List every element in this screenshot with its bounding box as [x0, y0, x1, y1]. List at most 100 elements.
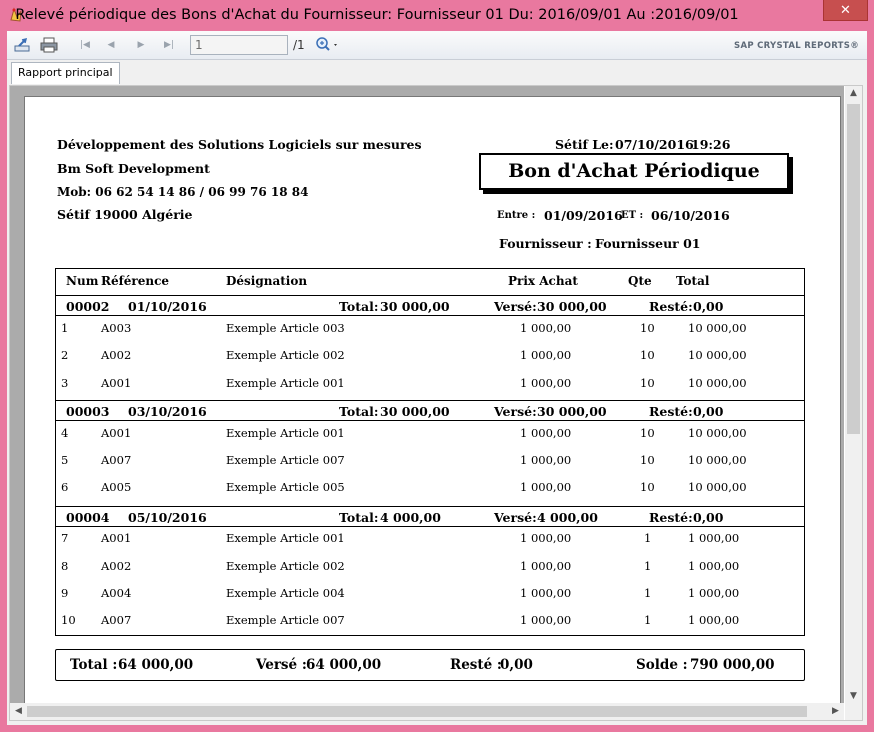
- group-total-label: Total:: [339, 404, 379, 419]
- entre-label: Entre :: [497, 210, 536, 221]
- row-designation: Exemple Article 007: [226, 453, 345, 467]
- group-code: 00002: [66, 299, 110, 314]
- row-total: 10 000,00: [688, 376, 747, 390]
- row-price: 1 000,00: [520, 559, 572, 573]
- row-ref: A004: [101, 586, 132, 600]
- divider: [56, 526, 804, 527]
- scroll-down-icon[interactable]: ▼: [845, 691, 862, 701]
- group-rest-label: Resté:: [649, 404, 693, 419]
- row-ref: A005: [101, 480, 132, 494]
- group-date: 03/10/2016: [128, 404, 207, 419]
- row-total: 10 000,00: [688, 453, 747, 467]
- previous-page-icon[interactable]: ◀: [101, 36, 121, 54]
- brand-logo: SAP CRYSTAL REPORTS®: [734, 41, 859, 51]
- toolbar: |◀ ◀ ▶ ▶| 1 /1 SAP CRYSTAL REPORTS®: [7, 31, 867, 60]
- row-ref: A003: [101, 321, 132, 335]
- group-total-label: Total:: [339, 299, 379, 314]
- row-qty: 1: [644, 586, 652, 600]
- row-total: 10 000,00: [688, 426, 747, 440]
- group-total: 4 000,00: [380, 510, 441, 525]
- company-line-2: Bm Soft Development: [57, 161, 210, 176]
- row-designation: Exemple Article 004: [226, 586, 345, 600]
- report-viewer: Développement des Solutions Logiciels su…: [9, 85, 863, 721]
- row-num: 6: [61, 480, 69, 494]
- supplier-name: Fournisseur 01: [595, 236, 701, 251]
- row-price: 1 000,00: [520, 348, 572, 362]
- row-price: 1 000,00: [520, 376, 572, 390]
- row-num: 3: [61, 376, 69, 390]
- row-total: 1 000,00: [688, 531, 740, 545]
- group-date: 01/10/2016: [128, 299, 207, 314]
- row-designation: Exemple Article 003: [226, 321, 345, 335]
- report-page: Développement des Solutions Logiciels su…: [24, 96, 841, 704]
- first-page-icon[interactable]: |◀: [75, 36, 95, 54]
- row-price: 1 000,00: [520, 426, 572, 440]
- horizontal-scroll-thumb[interactable]: [27, 706, 807, 717]
- print-icon[interactable]: [39, 36, 59, 54]
- row-num: 9: [61, 586, 69, 600]
- row-ref: A002: [101, 559, 132, 573]
- scroll-left-icon[interactable]: ◀: [10, 706, 27, 716]
- horizontal-scrollbar[interactable]: ◀ ▶: [10, 703, 844, 720]
- summary-total-label: Total :: [70, 657, 118, 673]
- row-ref: A001: [101, 531, 132, 545]
- row-designation: Exemple Article 001: [226, 531, 345, 545]
- scroll-corner: [845, 703, 862, 720]
- company-line-3: Mob: 06 62 54 14 86 / 06 99 76 18 84: [57, 185, 309, 199]
- row-ref: A007: [101, 613, 132, 627]
- divider: [56, 400, 804, 401]
- row-total: 1 000,00: [688, 586, 740, 600]
- row-qty: 10: [640, 376, 655, 390]
- last-page-icon[interactable]: ▶|: [159, 36, 179, 54]
- row-qty: 1: [644, 531, 652, 545]
- et-label: ET :: [621, 210, 644, 221]
- group-date: 05/10/2016: [128, 510, 207, 525]
- page-number-input[interactable]: 1: [190, 35, 288, 55]
- export-icon[interactable]: [13, 36, 33, 54]
- group-rest: 0,00: [693, 299, 724, 314]
- row-designation: Exemple Article 005: [226, 480, 345, 494]
- col-price-header: Prix Achat: [508, 274, 578, 288]
- zoom-icon[interactable]: [313, 36, 343, 54]
- col-ref-header: Référence: [101, 274, 170, 288]
- company-line-1: Développement des Solutions Logiciels su…: [57, 137, 422, 152]
- row-num: 8: [61, 559, 69, 573]
- divider: [56, 420, 804, 421]
- divider: [56, 315, 804, 316]
- row-num: 5: [61, 453, 69, 467]
- row-designation: Exemple Article 007: [226, 613, 345, 627]
- summary-balance-label: Solde :: [636, 657, 688, 673]
- row-ref: A001: [101, 426, 132, 440]
- row-num: 7: [61, 531, 69, 545]
- summary-total: 64 000,00: [118, 657, 194, 673]
- row-qty: 1: [644, 559, 652, 573]
- group-paid-label: Versé:: [494, 510, 537, 525]
- company-line-4: Sétif 19000 Algérie: [57, 207, 193, 222]
- row-ref: A001: [101, 376, 132, 390]
- vertical-scrollbar[interactable]: ▲ ▼: [845, 86, 862, 704]
- scroll-up-icon[interactable]: ▲: [845, 88, 862, 98]
- row-ref: A007: [101, 453, 132, 467]
- row-designation: Exemple Article 002: [226, 559, 345, 573]
- summary-rest-label: Resté :: [450, 657, 502, 673]
- col-qty-header: Qte: [628, 274, 652, 288]
- viewer-client: |◀ ◀ ▶ ▶| 1 /1 SAP CRYSTAL REPORTS® Rapp…: [7, 31, 867, 725]
- divider: [56, 295, 804, 296]
- group-rest: 0,00: [693, 404, 724, 419]
- tab-main-report[interactable]: Rapport principal: [11, 62, 120, 84]
- group-paid-label: Versé:: [494, 404, 537, 419]
- row-price: 1 000,00: [520, 613, 572, 627]
- row-price: 1 000,00: [520, 586, 572, 600]
- close-button[interactable]: ✕: [823, 0, 868, 21]
- next-page-icon[interactable]: ▶: [131, 36, 151, 54]
- summary-paid: 64 000,00: [306, 657, 382, 673]
- window-title: Relevé périodique des Bons d'Achat du Fo…: [15, 7, 739, 23]
- group-code: 00003: [66, 404, 110, 419]
- entre-date: 01/09/2016: [544, 208, 623, 223]
- vertical-scroll-thumb[interactable]: [847, 104, 860, 434]
- group-paid: 30 000,00: [537, 404, 607, 419]
- row-price: 1 000,00: [520, 480, 572, 494]
- row-total: 10 000,00: [688, 480, 747, 494]
- col-designation-header: Désignation: [226, 274, 308, 288]
- scroll-right-icon[interactable]: ▶: [827, 706, 844, 716]
